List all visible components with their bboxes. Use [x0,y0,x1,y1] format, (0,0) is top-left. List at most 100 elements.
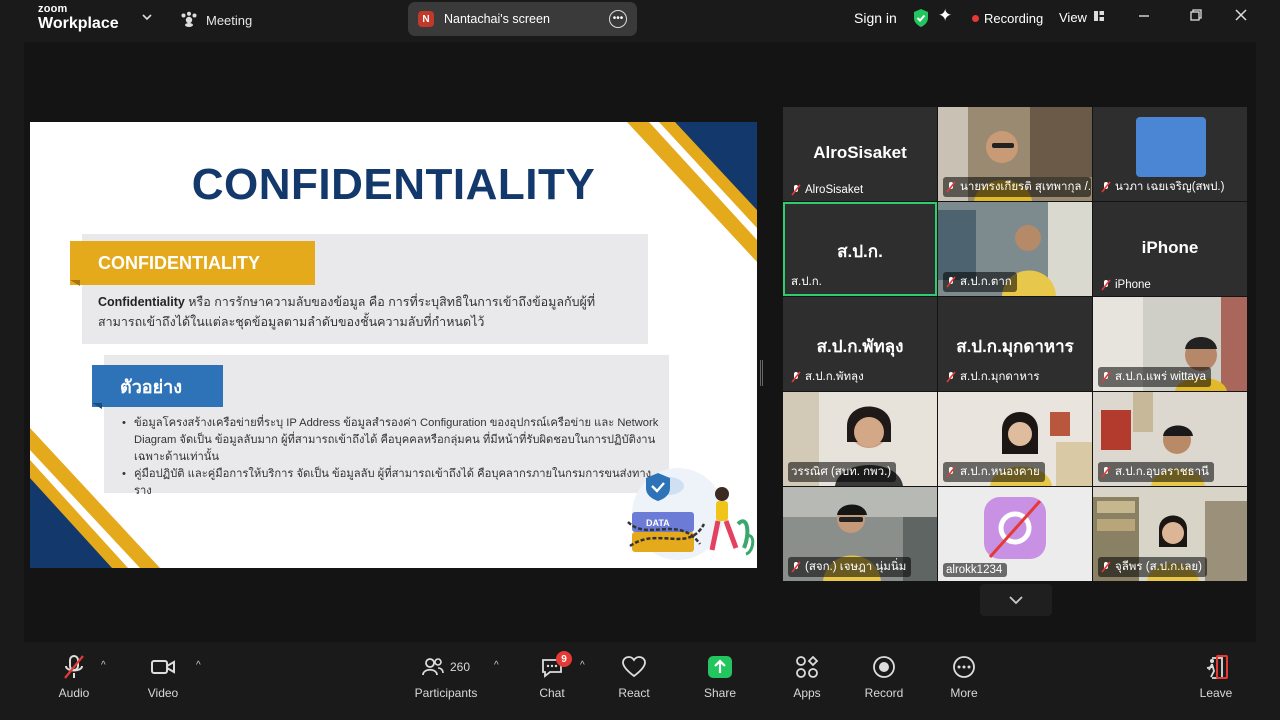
participants-options-caret[interactable]: ^ [494,660,499,671]
chat-bubble-icon [517,652,587,682]
participant-tile[interactable]: iPhone iPhone [1093,202,1247,296]
participants-button[interactable]: 260 Participants [410,652,482,700]
muted-mic-icon [946,181,956,193]
audio-button[interactable]: Audio [39,652,109,700]
meeting-tab[interactable]: Meeting [180,11,252,30]
participant-tile[interactable]: นายทรงเกียรติ สุเทพากุล /... [938,107,1092,201]
muted-mic-icon [946,371,956,383]
participant-tile[interactable]: ส.ป.ก.มุกดาหาร ส.ป.ก.มุกดาหาร [938,297,1092,391]
react-button[interactable]: React [599,652,669,700]
participant-tile[interactable]: ส.ป.ก.พัทลุง ส.ป.ก.พัทลุง [783,297,937,391]
participant-caption: iPhone [1098,278,1156,292]
close-icon[interactable] [1234,8,1248,26]
definition-term: Confidentiality [98,295,185,309]
video-label: Video [147,686,179,700]
muted-mic-icon [1101,561,1111,573]
muted-mic-icon [1101,181,1111,193]
muted-mic-icon [946,276,956,288]
shared-slide: CONFIDENTIALITY CONFIDENTIALITY Confiden… [30,122,757,568]
chat-options-caret[interactable]: ^ [580,660,585,671]
leave-button[interactable]: Leave [1181,652,1251,700]
share-button[interactable]: Share [685,652,755,700]
shield-check-icon[interactable] [912,8,930,33]
data-security-illustration: DATA [627,468,755,560]
meeting-controls: Audio ^ Video ^ 260 Participants ^ Chat … [0,642,1280,720]
participant-tile[interactable]: วรรณิศ (สบท. กพว.) [783,392,937,486]
participant-tile[interactable]: ส.ป.ก.อุบลราชธานี [1093,392,1247,486]
meeting-icon [180,11,198,30]
participants-icon [422,658,444,676]
participant-name: ส.ป.ก. [791,276,822,288]
gallery-next-page-button[interactable] [980,584,1052,616]
brand-big: Workplace [38,15,119,32]
participant-caption: จุลีพร (ส.ป.ก.เลย) [1098,557,1207,577]
participant-tile[interactable]: นวภา เฉยเจริญ(สพป.) [1093,107,1247,201]
participant-tile-active-speaker[interactable]: ส.ป.ก. ส.ป.ก. [783,202,937,296]
chevron-down-icon[interactable] [142,10,152,24]
participant-caption: ส.ป.ก.แพร่ wittaya [1098,367,1212,387]
grid-view-icon [1093,10,1105,25]
ai-companion-icon[interactable]: ✦ [938,6,952,26]
more-label: More [950,686,978,700]
participant-caption: ส.ป.ก.พัทลุง [788,367,869,387]
brand-small: zoom [38,3,68,15]
muted-mic-icon [791,561,801,573]
participant-display-name: ส.ป.ก. [837,242,883,261]
participant-name: iPhone [1115,279,1151,291]
participant-caption: ส.ป.ก.ตาก [943,272,1017,292]
participant-tile[interactable]: จุลีพร (ส.ป.ก.เลย) [1093,487,1247,581]
minimize-icon[interactable] [1137,8,1151,26]
record-label: Record [864,686,904,700]
participant-tile[interactable]: (สจก.) เจษฎา นุ่มนิ่ม [783,487,937,581]
participant-caption: alrokk1234 [943,563,1008,577]
example-list: ข้อมูลโครงสร้างเครือข่ายที่ระบุ IP Addre… [122,415,667,500]
record-button[interactable]: Record [849,652,919,700]
recording-dot-icon [972,15,979,22]
share-screen-icon [685,652,755,682]
zoom-workplace-logo[interactable]: zoom Workplace [38,4,119,32]
view-label: View [1059,10,1087,25]
muted-mic-icon [1101,371,1111,383]
participant-display-name: iPhone [1141,238,1199,257]
leave-label: Leave [1199,686,1233,700]
muted-mic-icon [946,466,956,478]
apps-icon [772,652,842,682]
participants-count: 260 [449,660,471,674]
more-button[interactable]: More [929,652,999,700]
more-options-icon[interactable]: ••• [609,10,627,28]
participant-name: alrokk1234 [946,564,1003,576]
more-icon [929,652,999,682]
participant-name: ส.ป.ก.พัทลุง [805,371,864,383]
shared-screen-pill[interactable]: N Nantachai's screen ••• [408,2,637,36]
restore-icon[interactable] [1189,8,1203,26]
participant-avatar [1136,117,1206,177]
participant-name: (สจก.) เจษฎา นุ่มนิ่ม [805,561,907,573]
participant-caption: นายทรงเกียรติ สุเทพากุล /... [943,177,1091,197]
chat-button[interactable]: Chat [517,652,587,700]
participant-caption: ส.ป.ก.มุกดาหาร [943,367,1045,387]
recording-indicator[interactable]: Recording [972,11,1043,26]
participant-caption: (สจก.) เจษฎา นุ่มนิ่ม [788,557,912,577]
video-camera-icon [128,652,198,682]
participant-tile[interactable]: AlroSisaket AlroSisaket [783,107,937,201]
participant-name: นวภา เฉยเจริญ(สพป.) [1115,181,1225,193]
video-options-caret[interactable]: ^ [196,660,201,671]
chevron-down-icon [1009,595,1023,604]
participant-tile[interactable]: ส.ป.ก.หนองคาย [938,392,1092,486]
presenter-badge: N [418,11,434,27]
heart-icon [599,652,669,682]
apps-button[interactable]: Apps [772,652,842,700]
participant-tile[interactable]: ส.ป.ก.แพร่ wittaya [1093,297,1247,391]
participant-display-name: ส.ป.ก.มุกดาหาร [956,337,1074,356]
view-button[interactable]: View [1059,10,1105,25]
video-button[interactable]: Video [128,652,198,700]
participant-name: ส.ป.ก.แพร่ wittaya [1115,371,1207,383]
sign-in-link[interactable]: Sign in [854,10,897,26]
audio-options-caret[interactable]: ^ [101,660,106,671]
muted-mic-icon [791,184,801,196]
slide-title: CONFIDENTIALITY [191,160,596,209]
definition-label: CONFIDENTIALITY [70,241,315,285]
participant-tile[interactable]: alrokk1234 [938,487,1092,581]
participant-tile[interactable]: ส.ป.ก.ตาก [938,202,1092,296]
panel-resize-handle[interactable] [760,360,763,386]
